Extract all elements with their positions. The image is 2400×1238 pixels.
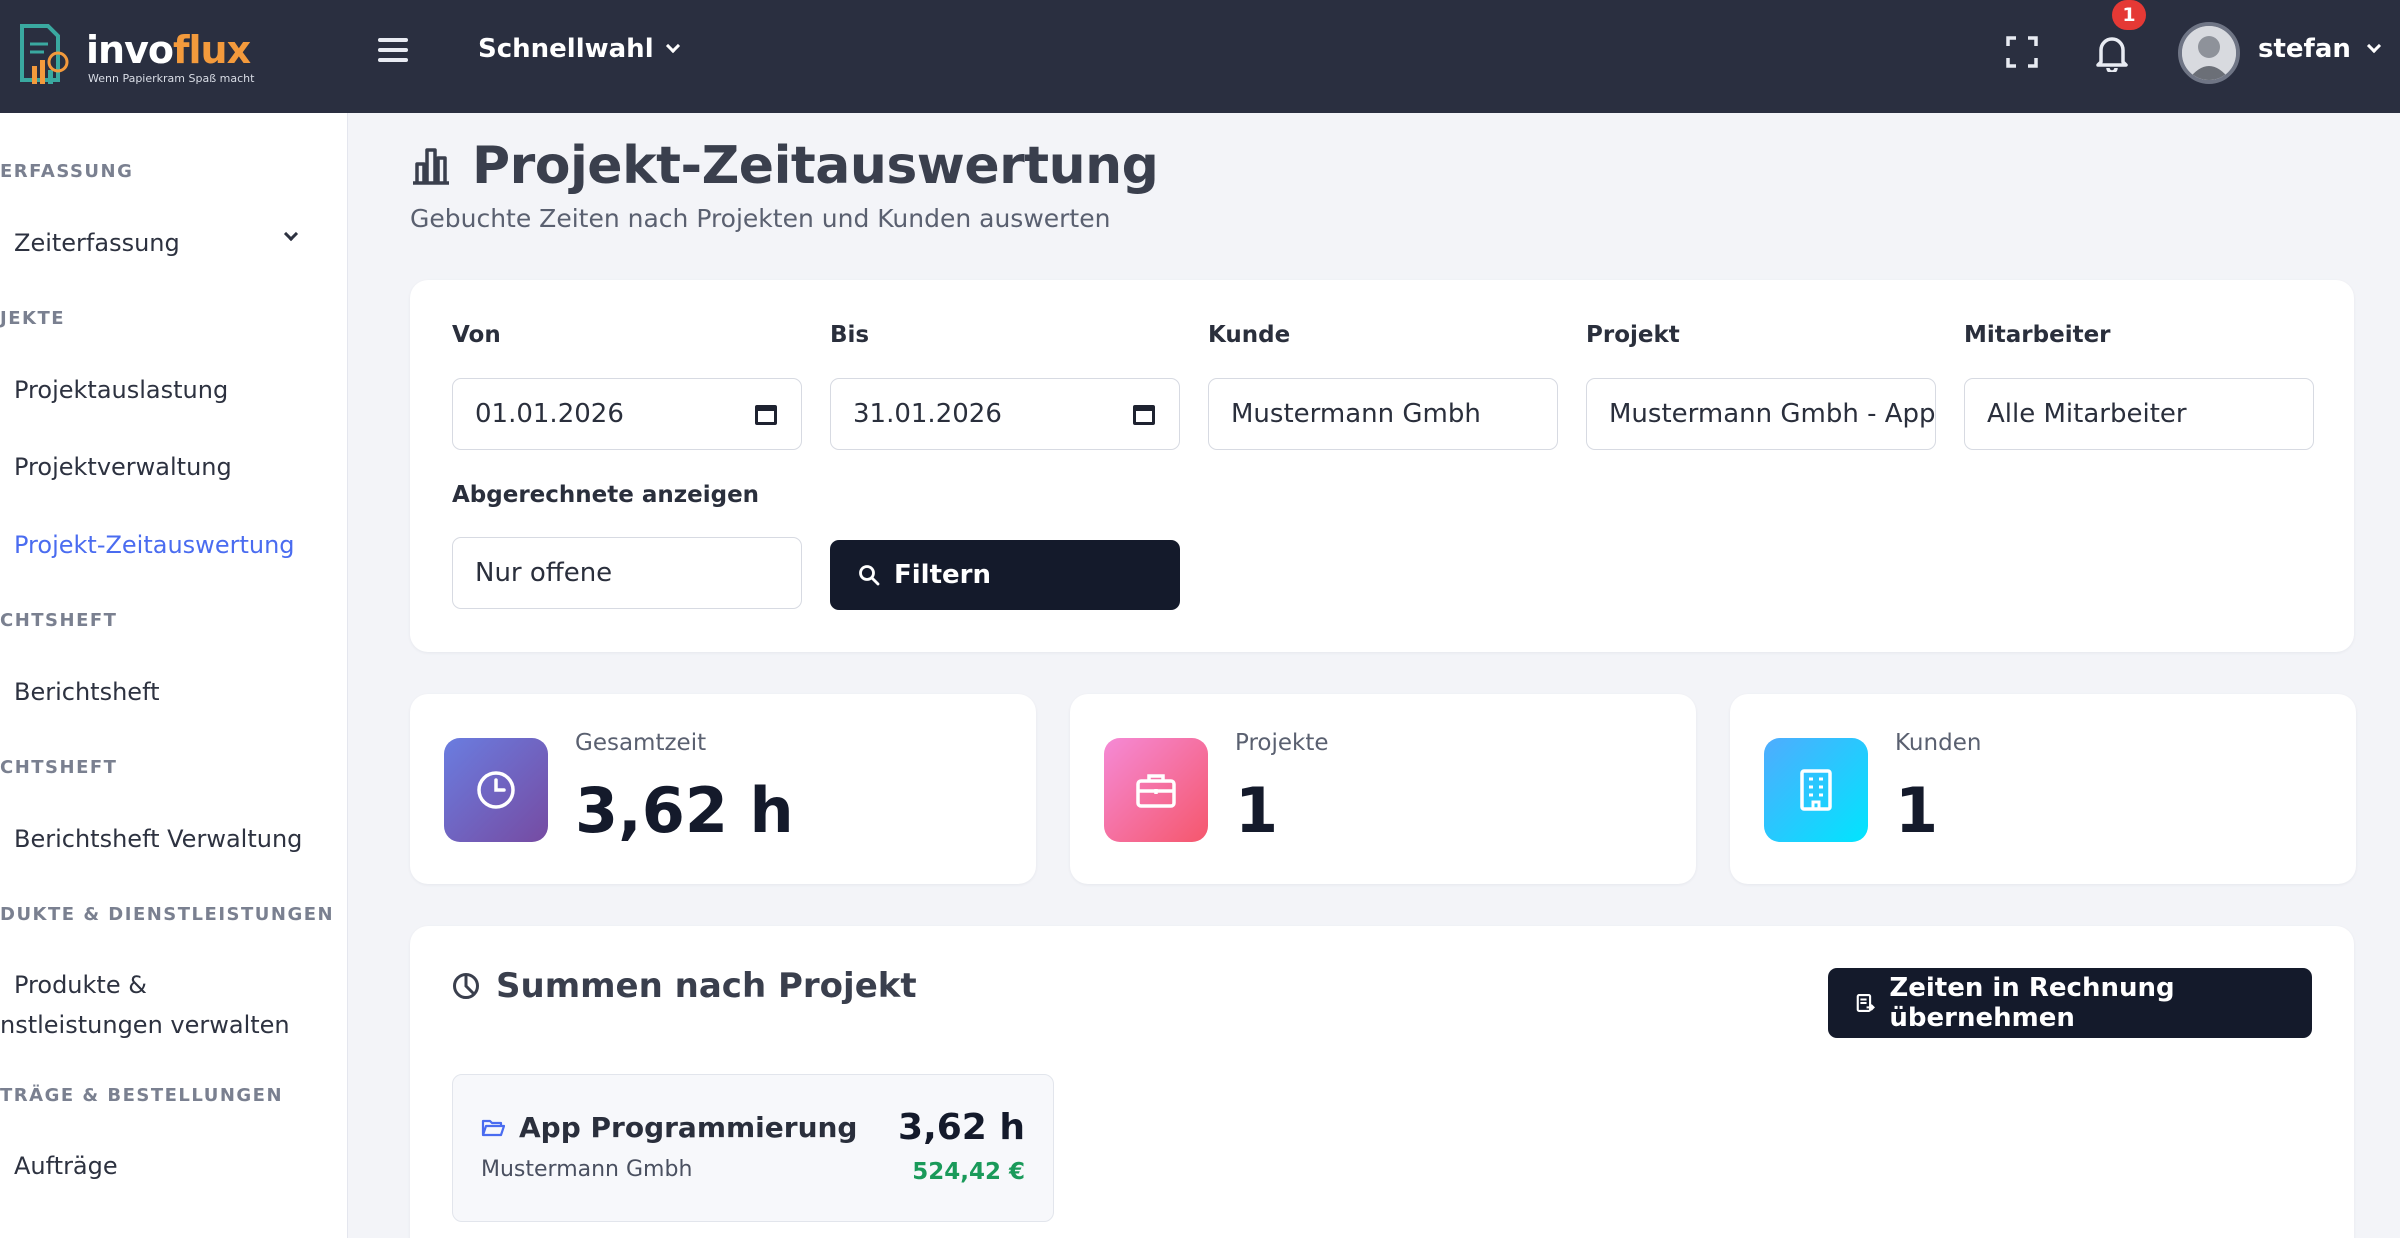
stat-value: 3,62 h — [575, 774, 794, 847]
projekt-value: Mustermann Gmbh - App Programmierung — [1609, 399, 1936, 429]
stat-label: Projekte — [1235, 730, 1329, 756]
kunde-select[interactable]: Mustermann Gmbh — [1208, 378, 1558, 450]
calendar-icon[interactable] — [1133, 405, 1155, 425]
stat-card-projekte: Projekte 1 — [1070, 694, 1696, 884]
brand-name: invoflux — [86, 28, 251, 72]
sidebar-item-produkte-line2[interactable]: nstleistungen verwalten — [0, 1011, 290, 1039]
filter-button[interactable]: Filtern — [830, 540, 1180, 610]
mitarbeiter-label: Mitarbeiter — [1964, 322, 2111, 348]
sidebar-section-auftraege: TRÄGE & BESTELLUNGEN — [0, 1085, 284, 1106]
quick-select-dropdown[interactable]: Schnellwahl — [478, 34, 680, 64]
logo-icon — [20, 24, 69, 84]
sidebar-section-berichtsheft-verwaltung: CHTSHEFT — [0, 757, 118, 778]
sidebar-section-produkte: DUKTE & DIENSTLEISTUNGEN — [0, 904, 335, 925]
bell-icon[interactable] — [2093, 32, 2131, 72]
summary-header: Summen nach Projekt — [452, 966, 917, 1006]
sidebar-section-projekte: JEKTE — [0, 308, 66, 329]
invoice-icon — [1856, 994, 1875, 1012]
clock-icon — [444, 738, 548, 842]
chevron-down-icon — [2366, 38, 2381, 54]
project-summary-tile[interactable]: App Programmierung Mustermann Gmbh 3,62 … — [452, 1074, 1054, 1222]
building-icon — [1764, 738, 1868, 842]
chevron-down-icon — [283, 226, 299, 242]
stat-value: 1 — [1895, 774, 1939, 847]
kunde-label: Kunde — [1208, 322, 1291, 348]
sidebar-item-zeiterfassung[interactable]: Zeiterfassung — [14, 229, 180, 257]
transfer-button-label: Zeiten in Rechnung übernehmen — [1889, 973, 2175, 1033]
brand-tagline: Wenn Papierkram Spaß macht — [88, 72, 255, 85]
user-avatar-icon — [2182, 26, 2236, 80]
bis-date-input[interactable]: 31.01.2026 — [830, 378, 1180, 450]
stat-value: 1 — [1235, 774, 1279, 847]
stat-label: Kunden — [1895, 730, 1982, 756]
search-icon — [859, 565, 880, 586]
filter-button-label: Filtern — [894, 560, 991, 590]
project-name: App Programmierung — [519, 1111, 858, 1144]
mitarbeiter-select[interactable]: Alle Mitarbeiter — [1964, 378, 2314, 450]
pie-chart-icon — [453, 973, 479, 999]
briefcase-icon — [1104, 738, 1208, 842]
page-header: Projekt-Zeitauswertung — [410, 136, 1159, 196]
abgerechnete-label: Abgerechnete anzeigen — [452, 482, 760, 508]
project-customer: Mustermann Gmbh — [481, 1157, 693, 1182]
stat-label: Gesamtzeit — [575, 730, 707, 756]
top-navbar: invoflux Wenn Papierkram Spaß macht Schn… — [0, 0, 2400, 113]
sidebar-section-erfassung: ERFASSUNG — [0, 161, 134, 182]
filter-card: Von 01.01.2026 Bis 31.01.2026 Kunde Must… — [410, 280, 2354, 652]
chevron-down-icon — [665, 38, 680, 54]
page-title: Projekt-Zeitauswertung — [472, 136, 1159, 196]
sidebar-item-berichtsheft-verwaltung[interactable]: Berichtsheft Verwaltung — [14, 825, 302, 853]
mitarbeiter-value: Alle Mitarbeiter — [1987, 399, 2187, 429]
sidebar-item-produkte-line1[interactable]: Produkte & — [14, 971, 147, 999]
project-hours: 3,62 h — [898, 1107, 1025, 1148]
summary-card: Summen nach Projekt Zeiten in Rechnung ü… — [410, 926, 2354, 1238]
fullscreen-icon[interactable] — [2006, 36, 2038, 68]
user-menu[interactable]: stefan — [2258, 34, 2381, 64]
stat-card-gesamtzeit: Gesamtzeit 3,62 h — [410, 694, 1036, 884]
user-name: stefan — [2258, 34, 2351, 64]
summary-title: Summen nach Projekt — [496, 966, 917, 1006]
von-label: Von — [452, 322, 501, 348]
transfer-to-invoice-button[interactable]: Zeiten in Rechnung übernehmen — [1828, 968, 2312, 1038]
bis-label: Bis — [830, 322, 870, 348]
sidebar: ERFASSUNG Zeiterfassung JEKTE Projektaus… — [0, 113, 348, 1238]
bis-value: 31.01.2026 — [853, 399, 1002, 429]
kunde-value: Mustermann Gmbh — [1231, 399, 1481, 429]
avatar[interactable] — [2178, 22, 2240, 84]
projekt-select[interactable]: Mustermann Gmbh - App Programmierung — [1586, 378, 1936, 450]
menu-toggle-icon[interactable] — [378, 38, 408, 68]
abgerechnete-select[interactable]: Nur offene — [452, 537, 802, 609]
folder-open-icon — [481, 1119, 505, 1136]
bar-chart-icon — [413, 148, 449, 185]
sidebar-item-auftraege[interactable]: Aufträge — [14, 1152, 118, 1180]
calendar-icon[interactable] — [755, 405, 777, 425]
brand-logo[interactable]: invoflux Wenn Papierkram Spaß macht — [18, 20, 254, 90]
abgerechnete-value: Nur offene — [475, 558, 613, 588]
quick-select-label: Schnellwahl — [478, 34, 654, 64]
projekt-label: Projekt — [1586, 322, 1680, 348]
von-date-input[interactable]: 01.01.2026 — [452, 378, 802, 450]
sidebar-section-berichtsheft: CHTSHEFT — [0, 610, 118, 631]
notification-badge: 1 — [2112, 0, 2146, 30]
project-name-row: App Programmierung — [481, 1111, 857, 1144]
sidebar-item-projekt-zeitauswertung[interactable]: Projekt-Zeitauswertung — [14, 531, 295, 559]
project-amount: 524,42 € — [912, 1159, 1025, 1185]
von-value: 01.01.2026 — [475, 399, 624, 429]
page-subtitle: Gebuchte Zeiten nach Projekten und Kunde… — [410, 204, 1111, 233]
sidebar-item-projektverwaltung[interactable]: Projektverwaltung — [14, 453, 232, 481]
sidebar-item-projektauslastung[interactable]: Projektauslastung — [14, 376, 228, 404]
sidebar-item-berichtsheft[interactable]: Berichtsheft — [14, 678, 160, 706]
stat-card-kunden: Kunden 1 — [1730, 694, 2356, 884]
